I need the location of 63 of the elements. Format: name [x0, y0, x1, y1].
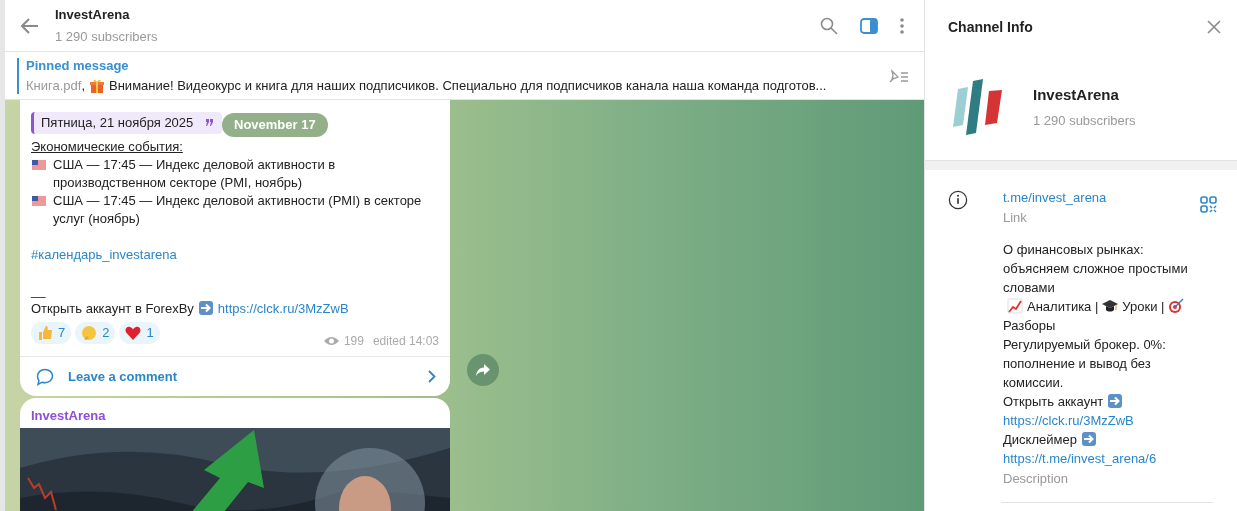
description-text: Аналитика |	[1027, 299, 1099, 314]
qr-code-icon[interactable]	[1200, 196, 1217, 213]
flag-icon	[31, 157, 47, 173]
description-text: Разборы	[1003, 318, 1056, 333]
views-icon	[323, 336, 339, 346]
panel-title: Channel Info	[948, 17, 1033, 37]
thinking-emoji-icon	[81, 325, 98, 341]
thumbs-up-icon	[37, 325, 53, 341]
comment-button[interactable]: Leave a comment	[20, 356, 450, 396]
channel-name: InvestArena	[1033, 84, 1120, 105]
reaction-chip[interactable]: 2	[75, 322, 116, 344]
message-text: США — 17:45 — Индекс деловой активности в производственном секторе (PMI, ноябрь)	[53, 156, 337, 192]
message-text: Экономические события:	[31, 139, 183, 154]
gift-icon	[89, 77, 105, 94]
link[interactable]: https://clck.ru/3MzZwB	[1003, 413, 1134, 428]
pinned-label: Pinned message	[26, 56, 130, 75]
description-text: Открыть аккаунт	[1003, 394, 1104, 409]
flag-icon	[31, 193, 47, 209]
info-icon	[948, 189, 968, 211]
post-author: InvestArena	[30, 407, 107, 425]
description-text: Уроки |	[1122, 299, 1165, 314]
pinned-text: ,	[81, 77, 85, 95]
close-icon[interactable]	[1207, 20, 1221, 34]
arrow-right-icon	[1080, 431, 1097, 447]
more-icon[interactable]	[900, 17, 904, 34]
share-arrow-icon	[476, 364, 490, 376]
target-icon	[1168, 298, 1185, 314]
description-text: Дисклеймер	[1003, 432, 1077, 447]
link[interactable]: https://clck.ru/3MzZwB	[217, 301, 349, 316]
quote-text: Пятница, 21 ноября 2025	[41, 114, 194, 132]
description-text: О финансовых рынках: объясняем сложное простыми словами	[1003, 242, 1188, 295]
description-label: Description	[1003, 470, 1070, 488]
heart-icon	[125, 325, 142, 341]
date-pill: November 17	[222, 113, 328, 137]
channel-logo	[952, 79, 1004, 135]
arrow-right-icon	[197, 300, 214, 316]
chart-icon	[1007, 298, 1023, 314]
subscriber-count: 1 290 subscribers	[55, 27, 159, 46]
message-text: Открыть аккаунт в ForexBy	[31, 301, 194, 316]
search-icon[interactable]	[820, 16, 838, 35]
view-count: 199	[343, 333, 364, 350]
back-arrow-icon	[21, 17, 39, 34]
comment-icon	[36, 367, 54, 386]
arrow-right-icon	[1107, 393, 1124, 409]
reaction-chip[interactable]: 1	[119, 322, 160, 344]
channel-title: InvestArena	[55, 6, 131, 24]
link[interactable]: https://t.me/invest_arena/6	[1003, 451, 1157, 466]
pinned-text: Внимание! Видеокурс и книга для наших подписчиков. Специально для подписчиков канала наша команда подготов...	[109, 77, 827, 95]
quote-icon	[205, 119, 215, 127]
chevron-right-icon	[428, 370, 436, 383]
message-text: __	[31, 283, 46, 298]
channel-link[interactable]: t.me/invest_arena	[1003, 188, 1107, 207]
link[interactable]: #календарь_investarena	[31, 247, 177, 262]
file-name: Книга.pdf	[26, 77, 82, 95]
share-button[interactable]	[467, 354, 499, 386]
reaction-chip[interactable]: 7	[31, 322, 72, 344]
description-text: Регулируемый брокер. 0%: пополнение и вывод без комиссии.	[1003, 337, 1166, 390]
link-label: Link	[1003, 209, 1028, 227]
subscriber-count: 1 290 subscribers	[1033, 112, 1136, 130]
side-panel-icon[interactable]	[860, 17, 878, 34]
graduation-cap-icon	[1102, 298, 1119, 314]
edited-time: edited 14:03	[372, 333, 439, 350]
message-text: США — 17:45 — Индекс деловой активности (PMI) в секторе услуг (ноябрь)	[53, 192, 423, 228]
